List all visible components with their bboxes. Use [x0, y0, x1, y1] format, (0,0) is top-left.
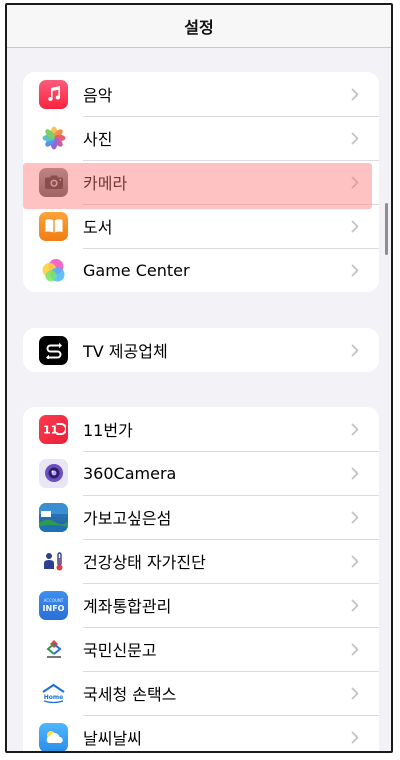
settings-item-label: TV 제공업체 [83, 342, 168, 361]
chevron-right-icon [345, 419, 365, 439]
chevron-right-icon [345, 551, 365, 571]
settings-group-tv-provider: TV 제공업체 [23, 328, 379, 372]
settings-item-label: 국민신문고 [83, 641, 157, 660]
chevron-right-icon [345, 595, 365, 615]
settings-item-health-check[interactable]: 건강상태 자가진단 [23, 539, 379, 583]
chevron-right-icon [345, 172, 365, 192]
settings-item-label: 계좌통합관리 [83, 597, 172, 616]
chevron-right-icon [345, 260, 365, 280]
epeople-icon [39, 634, 68, 664]
health-check-icon [39, 546, 68, 576]
chevron-right-icon [345, 639, 365, 659]
game-center-icon [39, 255, 68, 285]
settings-item-11st[interactable]: 11 11번가 [23, 407, 379, 451]
settings-item-camera[interactable]: 카메라 [23, 160, 379, 204]
svg-text:11: 11 [43, 424, 58, 437]
360camera-icon [39, 458, 68, 488]
settings-item-label: 음악 [83, 86, 113, 105]
chevron-right-icon [345, 507, 365, 527]
camera-icon [39, 167, 68, 197]
settings-item-label: 가보고싶은섬 [83, 509, 172, 528]
settings-item-label: 사진 [83, 130, 113, 149]
settings-item-label: Game Center [83, 260, 190, 280]
screen-frame: 설정 음악 사진 카메라 도서 Game Center TV 제공업체 11 1… [5, 3, 393, 753]
page-title: 설정 [184, 18, 214, 37]
music-icon [39, 79, 68, 109]
settings-item-music[interactable]: 음악 [23, 72, 379, 116]
chevron-right-icon [345, 340, 365, 360]
svg-text:INFO: INFO [43, 604, 65, 613]
books-icon [39, 211, 68, 241]
settings-item-label: 11번가 [83, 421, 133, 440]
settings-item-tv-provider[interactable]: TV 제공업체 [23, 328, 379, 372]
hometax-icon: Home [39, 678, 68, 708]
chevron-right-icon [345, 683, 365, 703]
chevron-right-icon [345, 216, 365, 236]
chevron-right-icon [345, 727, 365, 747]
vertical-scrollbar[interactable] [385, 203, 388, 255]
settings-group-third-party-apps: 11 11번가 360Camera 가보고싶은섬 건강상태 자가진단 ACCOU… [23, 407, 379, 751]
account-info-icon: ACCOUNT INFO [39, 590, 68, 620]
settings-item-account-info[interactable]: ACCOUNT INFO 계좌통합관리 [23, 583, 379, 627]
settings-group-apple-apps: 음악 사진 카메라 도서 Game Center [23, 72, 379, 292]
11st-icon: 11 [39, 414, 68, 444]
chevron-right-icon [345, 128, 365, 148]
settings-item-360camera[interactable]: 360Camera [23, 451, 379, 495]
settings-item-label: 건강상태 자가진단 [83, 553, 206, 572]
photos-icon [39, 123, 68, 153]
svg-text:Home: Home [44, 694, 63, 701]
settings-item-label: 도서 [83, 218, 113, 237]
settings-item-photos[interactable]: 사진 [23, 116, 379, 160]
settings-item-island[interactable]: 가보고싶은섬 [23, 495, 379, 539]
chevron-right-icon [345, 84, 365, 104]
navigation-bar: 설정 [7, 5, 391, 48]
chevron-right-icon [345, 463, 365, 483]
settings-item-epeople[interactable]: 국민신문고 [23, 627, 379, 671]
island-icon [39, 502, 68, 532]
weather-icon [39, 722, 68, 751]
settings-item-label: 카메라 [83, 174, 128, 193]
settings-item-label: 날씨날씨 [83, 729, 142, 748]
settings-item-books[interactable]: 도서 [23, 204, 379, 248]
settings-item-weather[interactable]: 날씨날씨 [23, 715, 379, 751]
tv-provider-icon [39, 335, 68, 365]
settings-item-label: 360Camera [83, 463, 177, 483]
settings-item-game-center[interactable]: Game Center [23, 248, 379, 292]
svg-text:ACCOUNT: ACCOUNT [44, 598, 64, 603]
settings-item-label: 국세청 손택스 [83, 685, 177, 704]
settings-item-hometax[interactable]: Home 국세청 손택스 [23, 671, 379, 715]
